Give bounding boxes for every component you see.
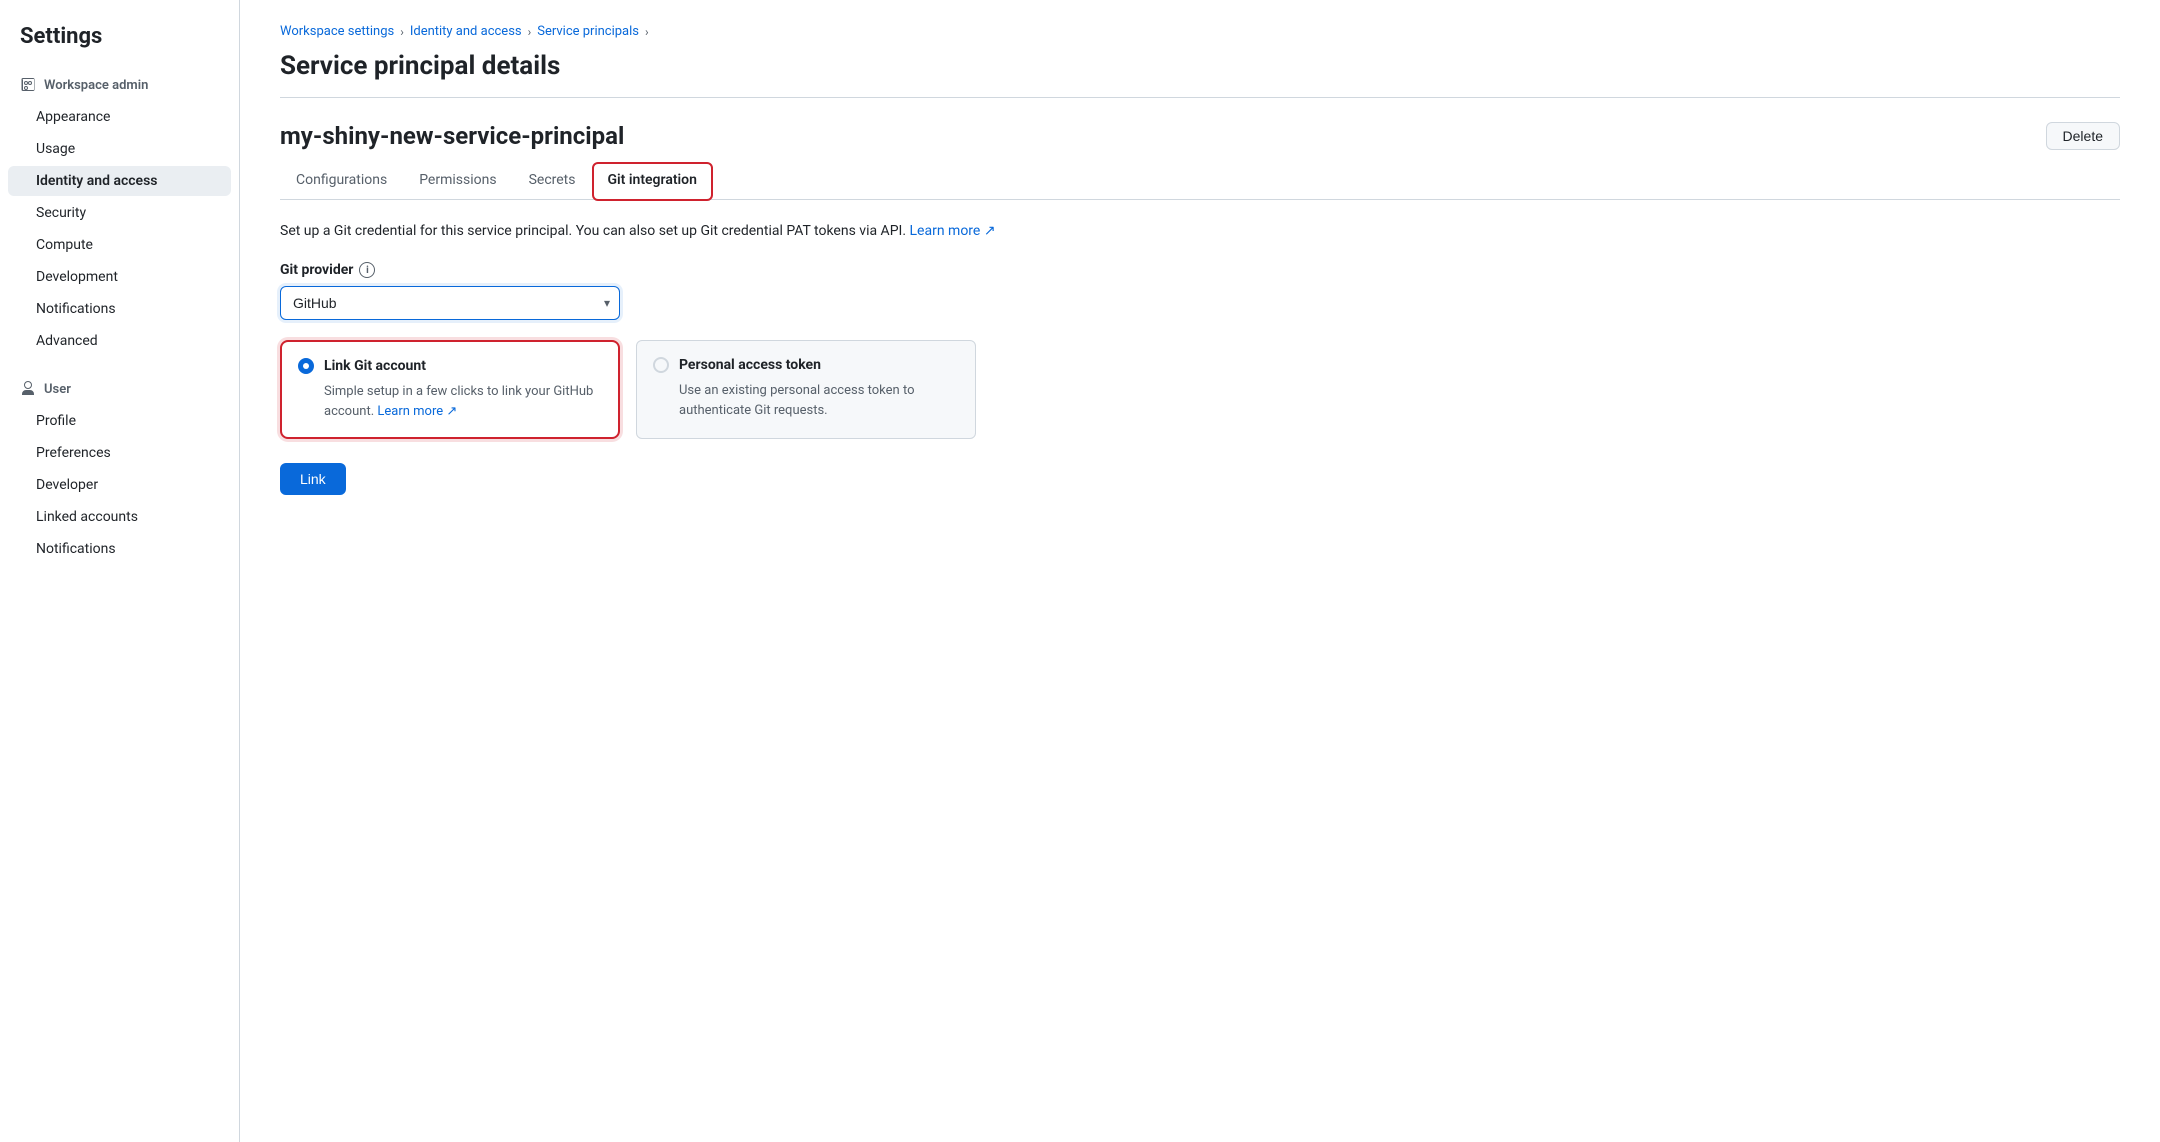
link-git-learn-more[interactable]: Learn more ↗: [377, 404, 457, 419]
learn-more-link[interactable]: Learn more ↗: [910, 223, 996, 239]
radio-card-link-git-desc: Simple setup in a few clicks to link you…: [298, 382, 602, 421]
tab-git-integration[interactable]: Git integration: [592, 162, 713, 201]
tab-configurations[interactable]: Configurations: [280, 162, 403, 200]
main-content: Workspace settings › Identity and access…: [240, 0, 2160, 1142]
radio-card-pat-desc: Use an existing personal access token to…: [653, 381, 959, 420]
git-provider-label: Git provider i: [280, 262, 2120, 278]
title-divider: [280, 97, 2120, 98]
sidebar-item-appearance[interactable]: Appearance: [8, 102, 231, 132]
sidebar-item-advanced[interactable]: Advanced: [8, 326, 231, 356]
radio-card-link-git-title: Link Git account: [324, 358, 426, 374]
radio-card-pat-header: Personal access token: [653, 357, 959, 373]
user-section-label: User: [44, 382, 71, 397]
breadcrumb: Workspace settings › Identity and access…: [280, 24, 2120, 39]
tab-permissions[interactable]: Permissions: [403, 162, 512, 200]
link-button[interactable]: Link: [280, 463, 346, 495]
sidebar-title: Settings: [0, 24, 239, 69]
git-provider-select[interactable]: GitHub GitLab Azure DevOps: [280, 286, 620, 320]
sidebar-item-preferences[interactable]: Preferences: [8, 438, 231, 468]
sidebar: Settings Workspace admin Appearance Usag…: [0, 0, 240, 1142]
sidebar-item-linked-accounts[interactable]: Linked accounts: [8, 502, 231, 532]
breadcrumb-service-principals[interactable]: Service principals: [537, 24, 639, 39]
sidebar-item-compute[interactable]: Compute: [8, 230, 231, 260]
sidebar-item-user-notifications[interactable]: Notifications: [8, 534, 231, 564]
sidebar-item-notifications[interactable]: Notifications: [8, 294, 231, 324]
sidebar-item-profile[interactable]: Profile: [8, 406, 231, 436]
git-provider-select-wrapper: GitHub GitLab Azure DevOps ▾: [280, 286, 620, 320]
sidebar-item-identity-and-access[interactable]: Identity and access: [8, 166, 231, 196]
sp-name: my-shiny-new-service-principal: [280, 122, 624, 150]
radio-card-link-git[interactable]: Link Git account Simple setup in a few c…: [280, 340, 620, 439]
sp-header-row: my-shiny-new-service-principal Delete: [280, 122, 2120, 162]
workspace-section-header: Workspace admin: [0, 69, 239, 101]
tab-secrets[interactable]: Secrets: [513, 162, 592, 200]
page-title: Service principal details: [280, 51, 2120, 81]
delete-button[interactable]: Delete: [2046, 122, 2120, 150]
sidebar-item-usage[interactable]: Usage: [8, 134, 231, 164]
sidebar-item-developer[interactable]: Developer: [8, 470, 231, 500]
radio-options: Link Git account Simple setup in a few c…: [280, 340, 2120, 439]
user-icon: [20, 381, 36, 397]
radio-btn-pat[interactable]: [653, 357, 669, 373]
breadcrumb-sep-2: ›: [528, 25, 532, 39]
radio-btn-link-git[interactable]: [298, 358, 314, 374]
workspace-icon: [20, 77, 36, 93]
breadcrumb-sep-3: ›: [645, 25, 649, 39]
radio-card-link-git-header: Link Git account: [298, 358, 602, 374]
workspace-section-label: Workspace admin: [44, 78, 148, 93]
git-provider-info-icon[interactable]: i: [359, 262, 375, 278]
radio-card-pat[interactable]: Personal access token Use an existing pe…: [636, 340, 976, 439]
radio-card-pat-title: Personal access token: [679, 357, 821, 373]
tabs: Configurations Permissions Secrets Git i…: [280, 162, 2120, 200]
breadcrumb-identity-access[interactable]: Identity and access: [410, 24, 522, 39]
user-section-header: User: [0, 373, 239, 405]
sidebar-item-security[interactable]: Security: [8, 198, 231, 228]
git-integration-description: Set up a Git credential for this service…: [280, 220, 2120, 242]
sidebar-item-development[interactable]: Development: [8, 262, 231, 292]
breadcrumb-workspace-settings[interactable]: Workspace settings: [280, 24, 394, 39]
breadcrumb-sep-1: ›: [400, 25, 404, 39]
